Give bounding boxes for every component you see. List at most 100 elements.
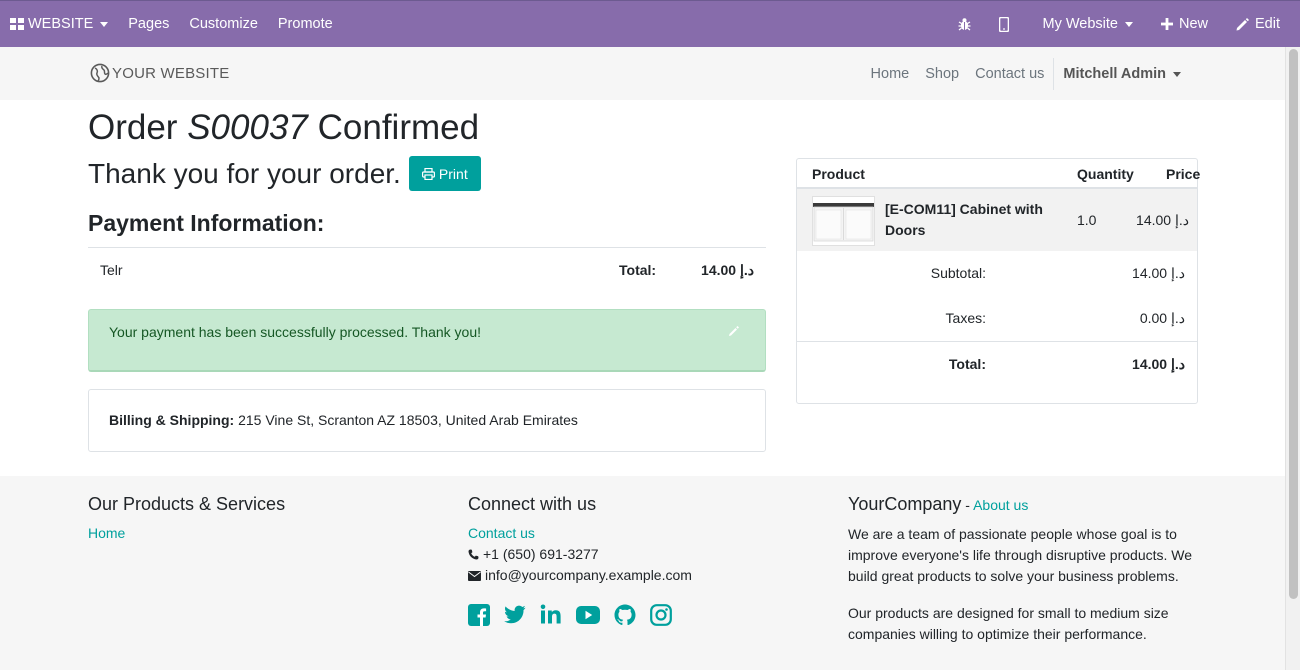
nav-divider <box>1053 57 1055 90</box>
billing-shipping-box: Billing & Shipping: 215 Vine St, Scranto… <box>88 389 766 452</box>
edit-button-label: Edit <box>1255 16 1280 32</box>
site-header: YOUR WEBSITE Home Shop Contact us Mitche… <box>0 47 1285 100</box>
footer-about-title: YourCompany - About us <box>848 494 1208 516</box>
chevron-down-icon <box>100 22 109 27</box>
pages-menu[interactable]: Pages <box>118 1 179 47</box>
email-address: info@yourcompany.example.com <box>485 567 692 583</box>
thank-you-text: Thank you for your order. <box>88 157 401 189</box>
facebook-icon[interactable] <box>468 604 490 626</box>
billing-address: 215 Vine St, Scranton AZ 18503, United A… <box>234 412 578 428</box>
title-prefix: Order <box>88 108 178 147</box>
footer-phone: +1 (650) 691-3277 <box>468 544 692 565</box>
summary-divider <box>797 341 1197 342</box>
globe-icon <box>90 63 110 83</box>
debug-button[interactable] <box>944 1 985 47</box>
website-switcher-label: My Website <box>1042 16 1118 32</box>
order-summary-card: Product Quantity Price [E-COM11] Cabinet… <box>796 158 1200 404</box>
website-switcher[interactable]: My Website <box>1023 1 1147 47</box>
footer-home-link[interactable]: Home <box>88 523 285 544</box>
linkedin-icon[interactable] <box>540 604 562 626</box>
footer-products-title: Our Products & Services <box>88 494 286 514</box>
user-name: Mitchell Admin <box>1063 65 1166 82</box>
product-image[interactable] <box>812 196 875 246</box>
print-button-label: Print <box>438 165 468 182</box>
order-reference: S00037 <box>187 108 308 147</box>
company-name: YourCompany <box>848 494 962 514</box>
about-paragraph-2: Our products are designed for small to m… <box>848 605 1169 642</box>
print-icon <box>421 167 435 180</box>
line-quantity: 1.0 <box>1077 212 1097 228</box>
nav-home[interactable]: Home <box>863 66 918 82</box>
footer-connect-title: Connect with us <box>468 494 597 514</box>
total-label: Total: <box>948 356 986 372</box>
chevron-down-icon <box>1173 71 1181 77</box>
admin-navbar: WEBSITE Pages Customize Promote My Websi… <box>0 0 1300 47</box>
subtotal-value: 14.00 د.إ <box>1132 265 1185 281</box>
success-message: Your payment has been successfully proce… <box>109 324 481 340</box>
apps-grid-icon <box>10 18 24 30</box>
envelope-icon <box>468 570 481 581</box>
phone-number: +1 (650) 691-3277 <box>483 546 599 562</box>
title-separator: - <box>961 497 974 513</box>
print-button[interactable]: Print <box>408 156 481 191</box>
header-quantity: Quantity <box>1077 166 1134 182</box>
twitter-icon[interactable] <box>504 604 526 626</box>
payment-total-value: 14.00 د.إ <box>701 262 754 278</box>
nav-contact-us[interactable]: Contact us <box>967 66 1052 82</box>
new-button-label: New <box>1178 16 1208 32</box>
summary-header: Product Quantity Price <box>797 159 1200 189</box>
footer-contact-link[interactable]: Contact us <box>468 523 692 544</box>
main-nav: Home Shop Contact us Mitchell Admin <box>863 47 1189 100</box>
pencil-icon[interactable] <box>729 326 739 336</box>
footer-connect-column: Connect with us Contact us +1 (650) 691-… <box>468 494 692 626</box>
taxes-value: 0.00 د.إ <box>1139 310 1185 326</box>
page-title: Order S00037 Confirmed <box>88 108 479 148</box>
promote-menu[interactable]: Promote <box>268 1 343 47</box>
subtotal-label: Subtotal: <box>930 265 986 281</box>
billing-label: Billing & Shipping: <box>109 412 235 428</box>
new-button[interactable]: New <box>1147 1 1222 47</box>
about-us-link[interactable]: About us <box>973 497 1028 513</box>
nav-shop[interactable]: Shop <box>917 66 967 82</box>
customize-menu[interactable]: Customize <box>179 1 268 47</box>
mobile-preview-button[interactable] <box>985 1 1023 47</box>
footer-email: info@yourcompany.example.com <box>468 565 692 586</box>
thank-you-line: Thank you for your order. Print <box>88 156 481 191</box>
pencil-icon <box>1236 17 1249 30</box>
youtube-icon[interactable] <box>576 604 600 626</box>
scrollbar-thumb[interactable] <box>1289 49 1298 599</box>
line-price: 14.00 د.إ <box>1136 212 1189 228</box>
payment-method: Telr <box>100 262 123 278</box>
site-logo[interactable]: YOUR WEBSITE <box>90 63 229 83</box>
edit-button[interactable]: Edit <box>1222 1 1280 47</box>
taxes-label: Taxes: <box>945 310 986 326</box>
site-logo-text: YOUR WEBSITE <box>112 64 230 82</box>
payment-success-alert: Your payment has been successfully proce… <box>88 309 766 372</box>
instagram-icon[interactable] <box>650 604 672 626</box>
header-product: Product <box>812 166 865 182</box>
bug-icon <box>958 18 970 31</box>
payment-row: Telr Total: 14.00 د.إ <box>88 247 766 292</box>
website-menu[interactable]: WEBSITE <box>0 1 118 47</box>
site-footer: Our Products & Services Home Connect wit… <box>0 476 1285 670</box>
title-suffix: Confirmed <box>317 108 480 147</box>
chevron-down-icon <box>1124 22 1133 27</box>
total-value: 14.00 د.إ <box>1132 356 1185 372</box>
social-links <box>468 604 692 626</box>
about-paragraph-1: We are a team of passionate people whose… <box>848 526 1193 584</box>
website-menu-label: WEBSITE <box>28 16 94 32</box>
user-menu[interactable]: Mitchell Admin <box>1055 66 1189 82</box>
page-scrollbar[interactable] <box>1285 47 1300 670</box>
product-name[interactable]: [E-COM11] Cabinet with Doors <box>885 199 1055 241</box>
order-line: [E-COM11] Cabinet with Doors 1.0 14.00 د… <box>797 189 1197 251</box>
billing-shipping: Billing & Shipping: 215 Vine St, Scranto… <box>109 412 578 428</box>
footer-about-column: YourCompany - About us We are a team of … <box>848 494 1208 645</box>
payment-heading: Payment Information: <box>88 210 325 236</box>
phone-icon <box>468 549 479 560</box>
mobile-icon <box>998 16 1009 32</box>
plus-icon <box>1160 18 1173 30</box>
payment-total-label: Total: <box>619 262 657 278</box>
github-icon[interactable] <box>614 604 636 626</box>
cabinet-image <box>813 203 874 242</box>
footer-products-column: Our Products & Services Home <box>88 494 285 544</box>
